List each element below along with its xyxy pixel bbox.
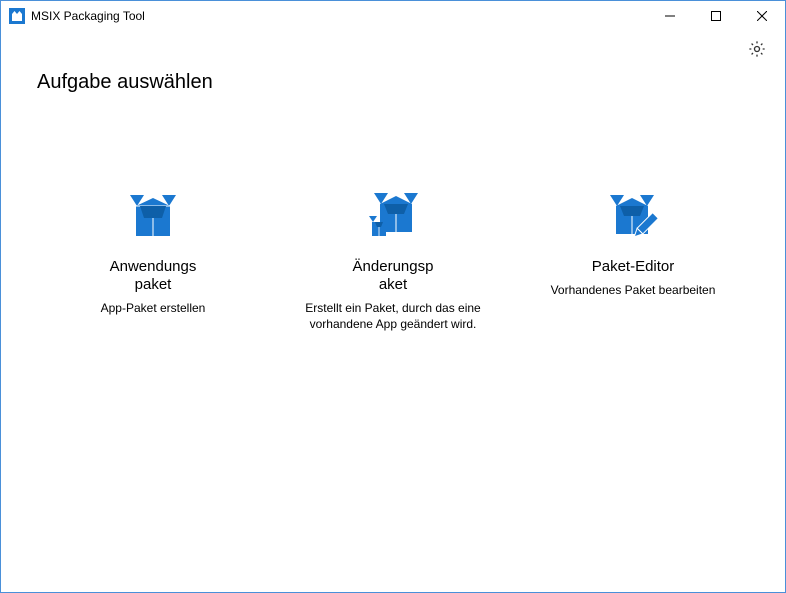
task-description: App-Paket erstellen — [101, 300, 206, 316]
task-title: Paket-Editor — [592, 258, 675, 276]
task-title: Änderungsp aket — [353, 258, 434, 294]
toolbar — [1, 31, 785, 63]
task-title: Anwendungs paket — [110, 258, 197, 294]
task-application-package[interactable]: Anwendungs paket App-Paket erstellen — [53, 184, 253, 332]
window-title: MSIX Packaging Tool — [31, 9, 647, 23]
gear-icon — [747, 39, 767, 64]
minimize-button[interactable] — [647, 1, 693, 31]
titlebar: MSIX Packaging Tool — [1, 1, 785, 31]
app-icon — [9, 8, 25, 24]
page-title: Aufgabe auswählen — [1, 63, 785, 94]
close-button[interactable] — [739, 1, 785, 31]
task-package-editor[interactable]: Paket-Editor Vorhandenes Paket bearbeite… — [533, 184, 733, 332]
task-description: Vorhandenes Paket bearbeiten — [551, 282, 716, 298]
task-description: Erstellt ein Paket, durch das eine vorha… — [293, 300, 493, 332]
task-list: Anwendungs paket App-Paket erstellen — [1, 184, 785, 332]
maximize-button[interactable] — [693, 1, 739, 31]
task-modification-package[interactable]: Änderungsp aket Erstellt ein Paket, durc… — [293, 184, 493, 332]
window-controls — [647, 1, 785, 31]
box-with-pencil-icon — [601, 184, 665, 248]
box-with-sub-box-icon — [361, 184, 425, 248]
settings-button[interactable] — [745, 39, 769, 63]
box-icon — [121, 184, 185, 248]
